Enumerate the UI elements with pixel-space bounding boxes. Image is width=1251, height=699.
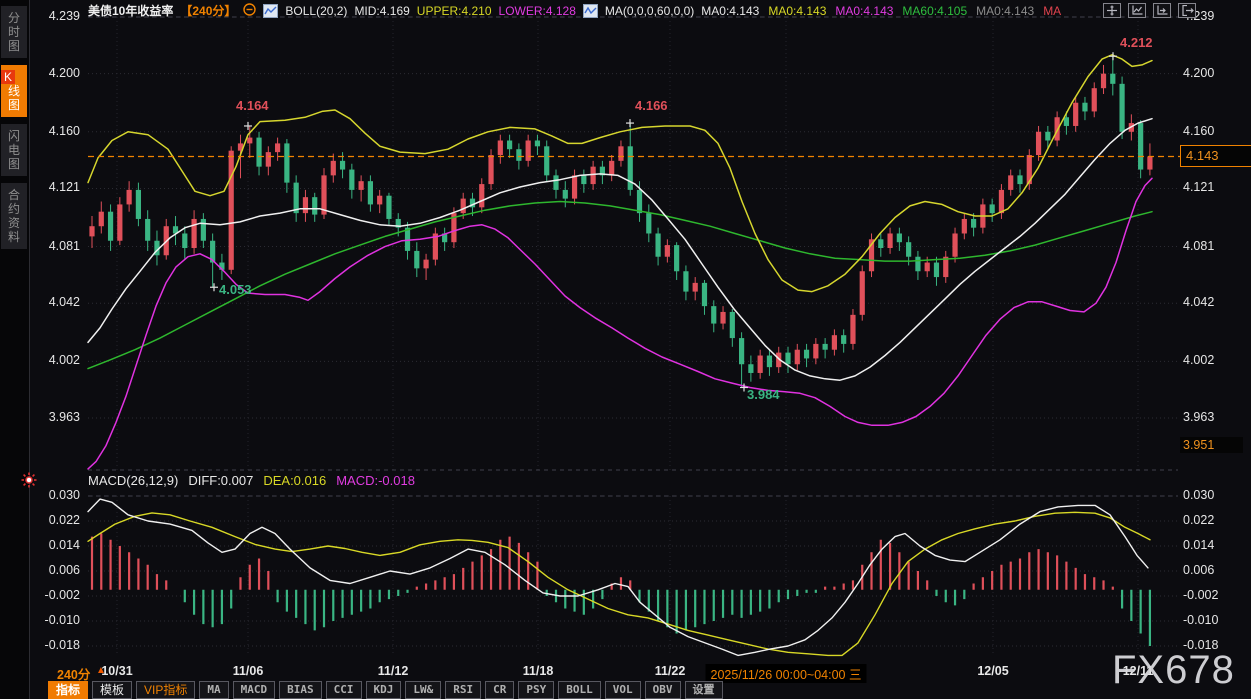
x-axis-tick: 11/06 bbox=[233, 664, 264, 678]
axis-label: 4.042 bbox=[1183, 295, 1214, 309]
toolbar-button-PSY[interactable]: PSY bbox=[518, 681, 554, 699]
chart-tool-icons bbox=[1103, 3, 1196, 18]
x-axis-row: 240分 ▲ 10/3111/0611/1211/1811/222025/11/… bbox=[0, 662, 1251, 681]
axis-label: -0.002 bbox=[1183, 588, 1218, 602]
price-annotation: 3.984 bbox=[747, 387, 780, 402]
range-min-label: 3.951 bbox=[1180, 437, 1243, 453]
selected-bar-timestamp: 2025/11/26 00:00~04:00 三 bbox=[706, 664, 867, 683]
x-axis-tick: 11/18 bbox=[523, 664, 554, 678]
zoom-out-icon[interactable] bbox=[243, 3, 256, 19]
ma-value: MA0:4.143 bbox=[976, 4, 1034, 18]
ma-value: MA0:4.143 bbox=[701, 4, 759, 18]
ma-values: MA0:4.143 MA0:4.143 MA0:4.143 MA60:4.105 MA0… bbox=[701, 4, 1061, 18]
candlestick-chart-canvas[interactable] bbox=[0, 0, 1251, 699]
macd-diff-value: DIFF:0.007 bbox=[188, 473, 253, 488]
period-badge[interactable]: 【240分】 bbox=[180, 2, 236, 19]
toolbar-button-CCI[interactable]: CCI bbox=[326, 681, 362, 699]
ma-value: MA0:4.143 bbox=[835, 4, 893, 18]
axis-scale-icon[interactable] bbox=[1128, 3, 1146, 18]
x-axis-tick: 11/12 bbox=[378, 664, 409, 678]
price-annotation: 4.166 bbox=[635, 98, 668, 113]
indicator-toolbar: 指标模板VIP指标MA MACDBIASCCIKDJLW&RSICRPSYBOLL… bbox=[48, 681, 723, 699]
exit-icon[interactable] bbox=[1178, 3, 1196, 18]
toolbar-button-VIP指标[interactable]: VIP指标 bbox=[136, 681, 195, 699]
boll-mid-value: MID:4.169 bbox=[354, 4, 409, 18]
toolbar-button-CR[interactable]: CR bbox=[485, 681, 514, 699]
axis-label: 4.081 bbox=[1183, 239, 1214, 253]
x-axis-tick: 12/05 bbox=[977, 664, 1008, 678]
toolbar-button-KDJ[interactable]: KDJ bbox=[366, 681, 402, 699]
axis-label: 4.121 bbox=[1183, 180, 1214, 194]
macd-dea-value: DEA:0.016 bbox=[263, 473, 326, 488]
pan-icon[interactable] bbox=[1103, 3, 1121, 18]
toolbar-button-MACD[interactable]: MACD bbox=[233, 681, 276, 699]
toolbar-button-MA[interactable]: MA bbox=[199, 681, 228, 699]
toolbar-button-指标[interactable]: 指标 bbox=[48, 681, 88, 699]
ma-indicator-icon[interactable] bbox=[583, 4, 598, 18]
boll-indicator-icon[interactable] bbox=[263, 4, 278, 18]
toolbar-button-VOL[interactable]: VOL bbox=[605, 681, 641, 699]
axis-playback-icon[interactable] bbox=[1153, 3, 1171, 18]
toolbar-button-设置[interactable]: 设置 bbox=[685, 681, 723, 699]
toolbar-button-LW&[interactable]: LW& bbox=[405, 681, 441, 699]
toolbar-button-OBV[interactable]: OBV bbox=[645, 681, 681, 699]
ma-value: MA60:4.105 bbox=[902, 4, 967, 18]
ma-params-label: MA(0,0,0,60,0,0) bbox=[605, 4, 694, 18]
price-annotation: 4.212 bbox=[1120, 35, 1153, 50]
axis-label: 3.963 bbox=[1183, 410, 1214, 424]
boll-label: BOLL(20,2) bbox=[285, 4, 347, 18]
axis-label: 0.030 bbox=[1183, 488, 1214, 502]
alert-sun-icon[interactable] bbox=[21, 472, 37, 493]
ma-value: MA0:4.143 bbox=[768, 4, 826, 18]
current-price-box: 4.143 bbox=[1180, 145, 1251, 167]
toolbar-button-RSI[interactable]: RSI bbox=[445, 681, 481, 699]
sidebar-tab-闪电图[interactable]: 闪电图 bbox=[1, 124, 27, 176]
axis-label: -0.010 bbox=[1183, 613, 1218, 627]
left-sidebar: 分时图 K线图闪电图合约资料 bbox=[0, 0, 30, 699]
instrument-title: 美债10年收益率 bbox=[88, 2, 173, 19]
axis-label: 0.022 bbox=[1183, 513, 1214, 527]
toolbar-button-BOLL[interactable]: BOLL bbox=[558, 681, 601, 699]
macd-header: MACD(26,12,9) DIFF:0.007 DEA:0.016 MACD:… bbox=[88, 473, 415, 488]
toolbar-button-模板[interactable]: 模板 bbox=[92, 681, 132, 699]
ma-value: MA bbox=[1043, 4, 1061, 18]
sidebar-tab-分时图[interactable]: 分时图 bbox=[1, 6, 27, 58]
x-axis-tick: 11/22 bbox=[655, 664, 686, 678]
axis-label: 4.200 bbox=[1183, 66, 1214, 80]
axis-label: 4.002 bbox=[1183, 353, 1214, 367]
macd-label: MACD(26,12,9) bbox=[88, 473, 178, 488]
fx678-watermark: FX678 bbox=[1112, 648, 1235, 693]
chart-header: 美债10年收益率 【240分】 BOLL(20,2) MID:4.169 UPP… bbox=[88, 3, 1061, 18]
boll-lower-value: LOWER:4.128 bbox=[499, 4, 576, 18]
macd-value: MACD:-0.018 bbox=[336, 473, 415, 488]
charting-app: 分时图 K线图闪电图合约资料 美债10年收益率 【240分】 BOLL(20,2)… bbox=[0, 0, 1251, 699]
x-axis-tick: 10/31 bbox=[101, 664, 132, 678]
sidebar-tab-合约资料[interactable]: 合约资料 bbox=[1, 183, 27, 249]
axis-label: 0.006 bbox=[1183, 563, 1214, 577]
toolbar-button-BIAS[interactable]: BIAS bbox=[279, 681, 322, 699]
axis-label: 4.160 bbox=[1183, 124, 1214, 138]
boll-upper-value: UPPER:4.210 bbox=[417, 4, 492, 18]
axis-label: 0.014 bbox=[1183, 538, 1214, 552]
price-annotation: 4.164 bbox=[236, 98, 269, 113]
sidebar-tab-K线图[interactable]: K线图 bbox=[1, 65, 27, 117]
price-annotation: 4.053 bbox=[219, 282, 252, 297]
